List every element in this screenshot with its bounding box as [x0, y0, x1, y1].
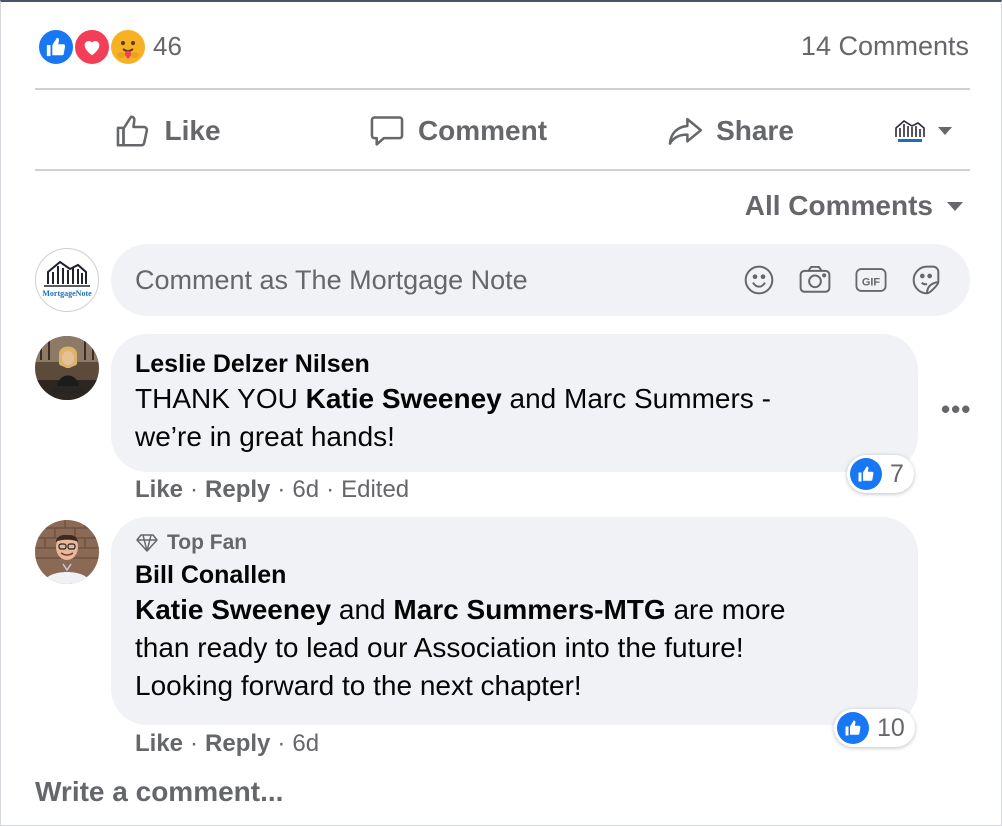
action-bar: Like Comment Share: [35, 94, 970, 168]
comment-author[interactable]: Leslie Delzer Nilsen: [135, 348, 894, 380]
share-button[interactable]: Share: [615, 94, 845, 168]
reaction-count[interactable]: 46: [153, 31, 182, 62]
more-options-icon[interactable]: •••: [941, 394, 971, 425]
comment-reply-link[interactable]: Reply: [205, 476, 270, 504]
diamond-icon: [136, 534, 158, 552]
like-icon: [37, 28, 75, 66]
write-comment-link[interactable]: Write a comment...: [35, 776, 283, 808]
reaction-count: 7: [890, 459, 904, 488]
comment-text: THANK YOU Katie Sweeney and Marc Summers…: [135, 383, 771, 452]
comment-like-link[interactable]: Like: [135, 476, 183, 504]
divider: [35, 169, 970, 171]
comment-button[interactable]: Comment: [300, 94, 615, 168]
logo-text: MortgageNote: [42, 289, 92, 298]
reaction-summary: 46 14 Comments: [37, 24, 969, 68]
comment-reactions-badge[interactable]: 7: [847, 455, 914, 493]
camera-icon[interactable]: [798, 263, 832, 297]
comment-input[interactable]: [135, 264, 742, 296]
mention-link[interactable]: Marc Summers-MTG: [393, 594, 665, 625]
post-comments-panel: 46 14 Comments Like Comment Share All Co…: [0, 0, 1002, 826]
comment-reactions-badge[interactable]: 10: [834, 709, 915, 747]
top-fan-badge: Top Fan: [135, 531, 894, 555]
care-icon: [109, 28, 147, 66]
comment-author[interactable]: Bill Conallen: [135, 559, 894, 591]
comments-filter-dropdown[interactable]: All Comments: [745, 190, 963, 222]
comment-label: Comment: [417, 115, 548, 146]
page-identity-switcher[interactable]: [845, 117, 970, 145]
edited-label[interactable]: Edited: [341, 476, 409, 504]
like-label: Like: [164, 115, 221, 146]
chevron-down-icon: [947, 201, 963, 211]
comment-composer[interactable]: GIF: [111, 244, 970, 316]
comment-meta: Like · Reply · 6d · Edited: [135, 476, 410, 504]
reaction-icons[interactable]: [37, 26, 147, 66]
thumbs-up-icon: [117, 115, 149, 147]
commenter-avatar[interactable]: [35, 520, 99, 584]
commenter-avatar[interactable]: [35, 336, 99, 400]
comment-bubble: Leslie Delzer Nilsen THANK YOU Katie Swe…: [111, 334, 918, 472]
share-label: Share: [716, 115, 794, 146]
comment-meta: Like · Reply · 6d: [135, 730, 320, 758]
reaction-count: 10: [877, 713, 905, 742]
sticker-icon[interactable]: [910, 263, 944, 297]
emoji-icon[interactable]: [742, 263, 776, 297]
comment-text: Katie Sweeney and Marc Summers-MTG are m…: [135, 594, 786, 701]
comment-bubble: Top Fan Bill Conallen Katie Sweeney and …: [111, 517, 918, 725]
like-button[interactable]: Like: [35, 94, 300, 168]
comment-like-link[interactable]: Like: [135, 730, 183, 758]
gif-icon[interactable]: GIF: [854, 263, 888, 297]
chevron-down-icon: [938, 127, 952, 135]
comments-count-link[interactable]: 14 Comments: [801, 31, 969, 62]
mortgage-note-logo-icon: [895, 120, 925, 142]
page-avatar[interactable]: MortgageNote: [35, 248, 99, 312]
love-icon: [73, 28, 111, 66]
filter-label: All Comments: [744, 190, 933, 221]
like-icon: [850, 458, 882, 490]
speech-bubble-icon: [370, 116, 404, 146]
mention-link[interactable]: Katie Sweeney: [306, 383, 502, 414]
comment-reply-link[interactable]: Reply: [205, 730, 270, 758]
composer-tools: GIF: [742, 263, 970, 297]
comment-timestamp[interactable]: 6d: [292, 730, 319, 758]
like-icon: [837, 712, 869, 744]
svg-text:GIF: GIF: [862, 276, 881, 288]
divider: [35, 88, 970, 90]
comment-timestamp[interactable]: 6d: [292, 476, 319, 504]
reactions-group[interactable]: 46: [37, 26, 182, 66]
mention-link[interactable]: Katie Sweeney: [135, 594, 331, 625]
share-arrow-icon: [668, 117, 703, 145]
